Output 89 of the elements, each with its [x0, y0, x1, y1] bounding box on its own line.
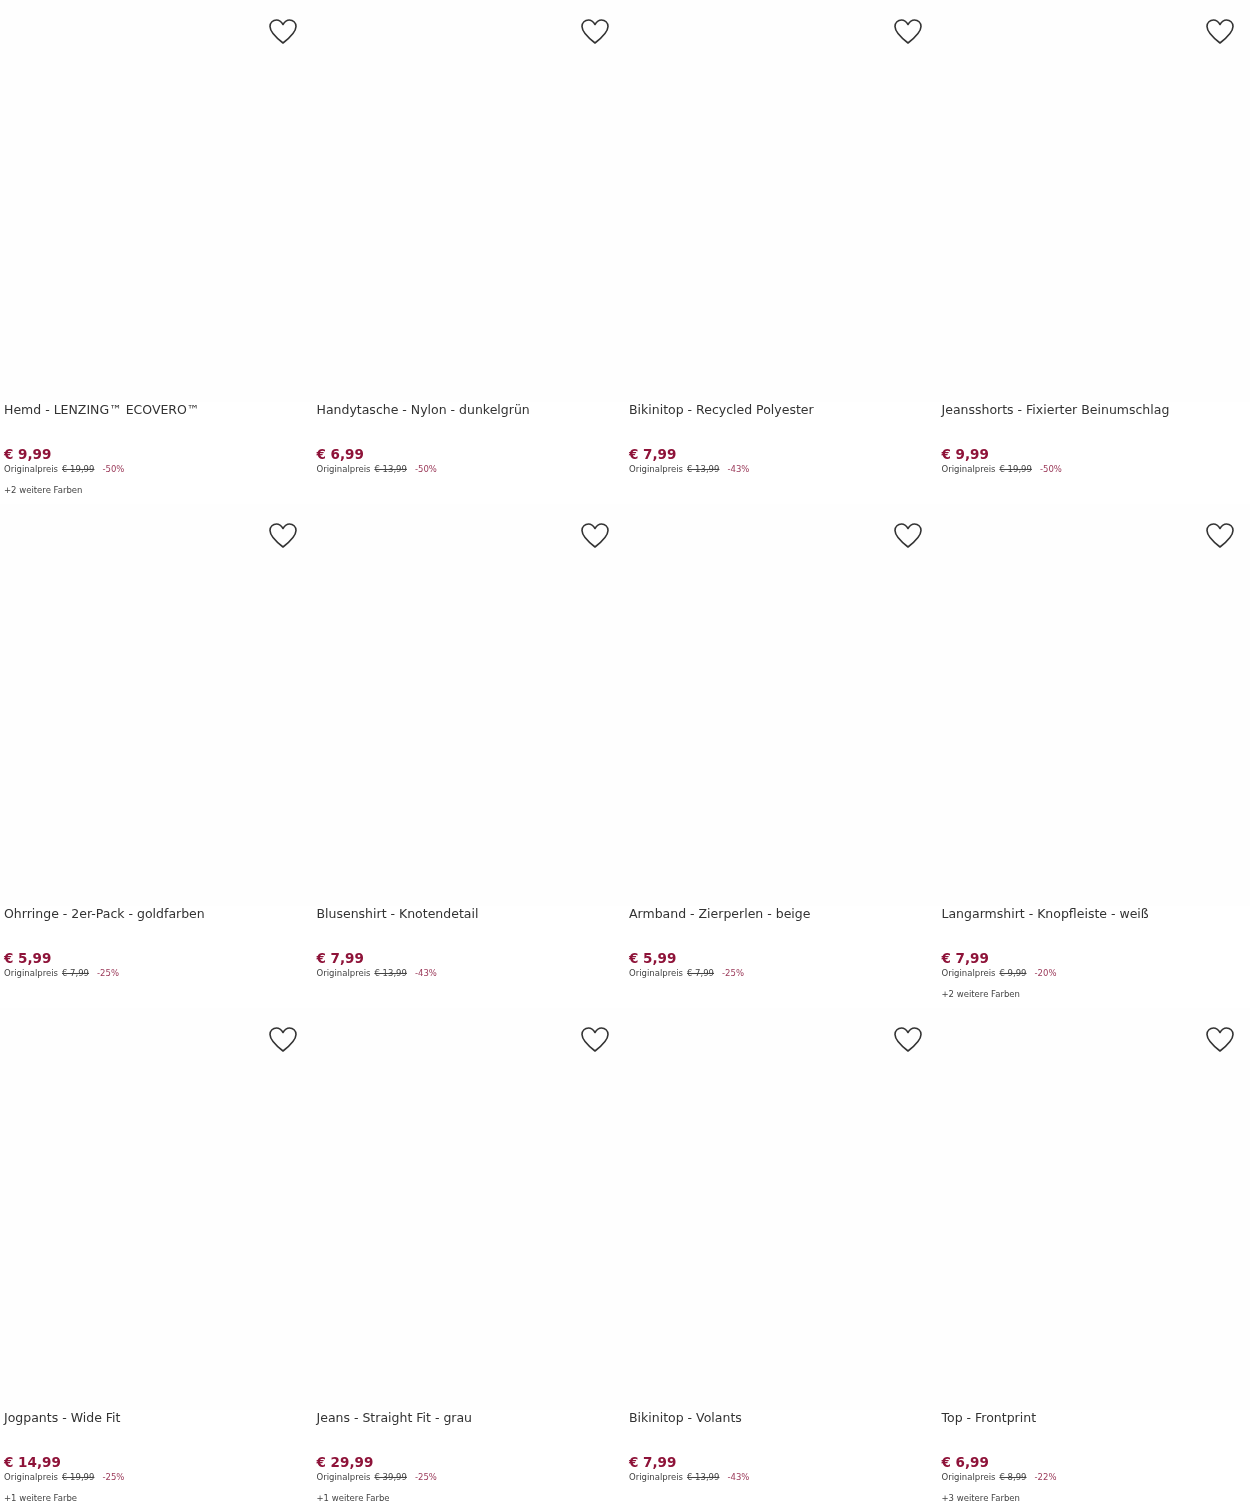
more-colors[interactable]: +2 weitere Farben	[4, 485, 313, 495]
original-price: € 13,99	[687, 1472, 720, 1482]
wishlist-button[interactable]	[267, 18, 298, 46]
original-price-label: Originalpreis	[629, 1472, 683, 1482]
wishlist-button[interactable]	[580, 522, 610, 550]
heart-icon	[580, 522, 610, 550]
original-price: € 19,99	[62, 1472, 95, 1482]
original-price-label: Originalpreis	[4, 1472, 58, 1482]
original-price: € 9,99	[999, 968, 1027, 978]
discount: -50%	[414, 464, 437, 474]
wishlist-button[interactable]	[1205, 18, 1235, 46]
more-colors[interactable]: +1 weitere Farbe	[316, 1493, 625, 1503]
heart-icon	[1205, 18, 1235, 46]
heart-icon	[892, 522, 923, 550]
wishlist-button[interactable]	[892, 522, 923, 550]
discount: -22%	[1034, 1472, 1057, 1482]
original-price: € 13,99	[374, 464, 407, 474]
wishlist-button[interactable]	[267, 522, 298, 550]
wishlist-button[interactable]	[580, 18, 610, 46]
more-colors[interactable]: +3 weitere Farben	[941, 1493, 1250, 1503]
original-price: € 13,99	[687, 464, 720, 474]
discount: -50%	[1039, 464, 1062, 474]
sale-price: € 7,99	[316, 949, 365, 967]
sale-price: € 6,99	[941, 1453, 990, 1471]
discount: -25%	[414, 1472, 437, 1482]
product-title[interactable]: Bikinitop - Recycled Polyester	[629, 402, 938, 445]
sale-price: € 9,99	[941, 445, 990, 463]
sale-price: € 7,99	[629, 445, 678, 463]
product-title[interactable]: Armband - Zierperlen - beige	[629, 906, 938, 949]
more-colors[interactable]: +2 weitere Farben	[941, 989, 1250, 999]
original-price: € 7,99	[62, 968, 90, 978]
heart-icon	[580, 18, 610, 46]
wishlist-button[interactable]	[892, 1026, 923, 1054]
original-price: € 19,99	[62, 464, 95, 474]
heart-icon	[892, 1026, 923, 1054]
product-title[interactable]: Langarmshirt - Knopfleiste - weiß	[941, 906, 1250, 949]
discount: -25%	[102, 1472, 125, 1482]
original-price: € 19,99	[999, 464, 1032, 474]
wishlist-button[interactable]	[892, 18, 923, 46]
product-title[interactable]: Hemd - LENZING™ ECOVERO™	[4, 402, 313, 445]
original-price-label: Originalpreis	[629, 968, 683, 978]
sale-price: € 7,99	[941, 949, 990, 967]
sale-price: € 9,99	[4, 445, 53, 463]
discount: -43%	[414, 968, 437, 978]
wishlist-button[interactable]	[267, 1026, 298, 1054]
product-title[interactable]: Handytasche - Nylon - dunkelgrün	[316, 402, 625, 445]
original-price: € 13,99	[374, 968, 407, 978]
product-title[interactable]: Ohrringe - 2er-Pack - goldfarben	[4, 906, 313, 949]
heart-icon	[1205, 522, 1235, 550]
discount: -25%	[722, 968, 744, 978]
sale-price: € 5,99	[629, 949, 678, 967]
original-price-label: Originalpreis	[316, 464, 371, 474]
original-price: € 39,99	[374, 1472, 407, 1482]
heart-icon	[267, 522, 298, 550]
heart-icon	[580, 1026, 610, 1054]
discount: -43%	[727, 464, 750, 474]
heart-icon	[892, 18, 923, 46]
original-price-label: Originalpreis	[941, 1472, 996, 1482]
wishlist-button[interactable]	[1205, 1026, 1235, 1054]
heart-icon	[1205, 1026, 1235, 1054]
original-price: € 8,99	[999, 1472, 1027, 1482]
original-price-label: Originalpreis	[316, 1472, 371, 1482]
product-title[interactable]: Jogpants - Wide Fit	[4, 1410, 313, 1453]
product-title[interactable]: Jeans - Straight Fit - grau	[316, 1410, 625, 1453]
sale-price: € 5,99	[4, 949, 53, 967]
product-title[interactable]: Jeansshorts - Fixierter Beinumschlag	[941, 402, 1250, 445]
discount: -50%	[102, 464, 125, 474]
product-title[interactable]: Top - Frontprint	[941, 1410, 1250, 1453]
original-price: € 7,99	[687, 968, 715, 978]
original-price-label: Originalpreis	[4, 968, 58, 978]
original-price-label: Originalpreis	[316, 968, 371, 978]
more-colors[interactable]: +1 weitere Farbe	[4, 1493, 313, 1503]
original-price-label: Originalpreis	[4, 464, 58, 474]
heart-icon	[267, 1026, 298, 1054]
original-price-label: Originalpreis	[629, 464, 683, 474]
wishlist-button[interactable]	[1205, 522, 1235, 550]
product-title[interactable]: Bikinitop - Volants	[629, 1410, 938, 1453]
product-title[interactable]: Blusenshirt - Knotendetail	[316, 906, 625, 949]
discount: -20%	[1034, 968, 1057, 978]
wishlist-button[interactable]	[580, 1026, 610, 1054]
sale-price: € 14,99	[4, 1453, 62, 1471]
sale-price: € 6,99	[316, 445, 365, 463]
discount: -25%	[97, 968, 119, 978]
original-price-label: Originalpreis	[941, 464, 996, 474]
sale-price: € 29,99	[316, 1453, 375, 1471]
heart-icon	[267, 18, 298, 46]
sale-price: € 7,99	[629, 1453, 678, 1471]
discount: -43%	[727, 1472, 750, 1482]
original-price-label: Originalpreis	[941, 968, 996, 978]
